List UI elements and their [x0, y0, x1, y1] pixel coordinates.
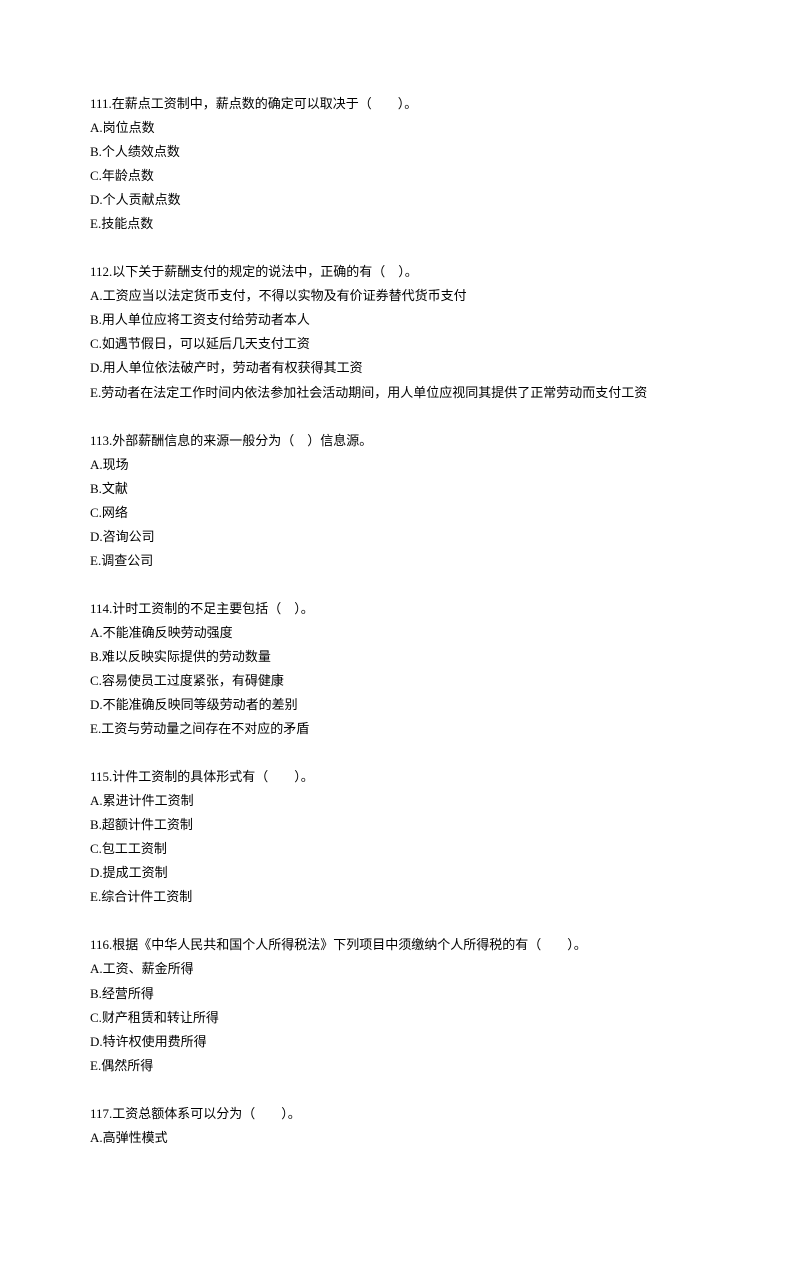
option-b: B.个人绩效点数 [90, 140, 704, 164]
question-115: 115.计件工资制的具体形式有（ ）。 A.累进计件工资制 B.超额计件工资制 … [90, 765, 704, 909]
option-a: A.岗位点数 [90, 116, 704, 140]
option-e: E.技能点数 [90, 212, 704, 236]
option-d: D.不能准确反映同等级劳动者的差别 [90, 693, 704, 717]
question-116: 116.根据《中华人民共和国个人所得税法》下列项目中须缴纳个人所得税的有（ ）。… [90, 933, 704, 1077]
option-d: D.个人贡献点数 [90, 188, 704, 212]
option-e: E.偶然所得 [90, 1054, 704, 1078]
page-content: 111.在薪点工资制中，薪点数的确定可以取决于（ ）。 A.岗位点数 B.个人绩… [0, 0, 794, 1264]
option-d: D.用人单位依法破产时，劳动者有权获得其工资 [90, 356, 704, 380]
option-b: B.难以反映实际提供的劳动数量 [90, 645, 704, 669]
option-c: C.如遇节假日，可以延后几天支付工资 [90, 332, 704, 356]
option-c: C.包工工资制 [90, 837, 704, 861]
option-c: C.网络 [90, 501, 704, 525]
option-c: C.容易使员工过度紧张，有碍健康 [90, 669, 704, 693]
option-d: D.提成工资制 [90, 861, 704, 885]
question-111: 111.在薪点工资制中，薪点数的确定可以取决于（ ）。 A.岗位点数 B.个人绩… [90, 92, 704, 236]
option-a: A.累进计件工资制 [90, 789, 704, 813]
option-a: A.工资应当以法定货币支付，不得以实物及有价证券替代货币支付 [90, 284, 704, 308]
question-stem: 113.外部薪酬信息的来源一般分为（ ）信息源。 [90, 429, 704, 453]
question-stem: 114.计时工资制的不足主要包括（ ）。 [90, 597, 704, 621]
option-a: A.高弹性模式 [90, 1126, 704, 1150]
question-117: 117.工资总额体系可以分为（ ）。 A.高弹性模式 [90, 1102, 704, 1150]
option-a: A.现场 [90, 453, 704, 477]
question-stem: 111.在薪点工资制中，薪点数的确定可以取决于（ ）。 [90, 92, 704, 116]
option-a: A.工资、薪金所得 [90, 957, 704, 981]
question-114: 114.计时工资制的不足主要包括（ ）。 A.不能准确反映劳动强度 B.难以反映… [90, 597, 704, 741]
option-d: D.特许权使用费所得 [90, 1030, 704, 1054]
option-c: C.年龄点数 [90, 164, 704, 188]
option-e: E.调查公司 [90, 549, 704, 573]
question-stem: 112.以下关于薪酬支付的规定的说法中，正确的有（ ）。 [90, 260, 704, 284]
option-c: C.财产租赁和转让所得 [90, 1006, 704, 1030]
question-112: 112.以下关于薪酬支付的规定的说法中，正确的有（ ）。 A.工资应当以法定货币… [90, 260, 704, 404]
question-stem: 116.根据《中华人民共和国个人所得税法》下列项目中须缴纳个人所得税的有（ ）。 [90, 933, 704, 957]
question-stem: 115.计件工资制的具体形式有（ ）。 [90, 765, 704, 789]
question-stem: 117.工资总额体系可以分为（ ）。 [90, 1102, 704, 1126]
question-113: 113.外部薪酬信息的来源一般分为（ ）信息源。 A.现场 B.文献 C.网络 … [90, 429, 704, 573]
option-b: B.用人单位应将工资支付给劳动者本人 [90, 308, 704, 332]
option-b: B.超额计件工资制 [90, 813, 704, 837]
option-b: B.文献 [90, 477, 704, 501]
option-a: A.不能准确反映劳动强度 [90, 621, 704, 645]
option-e: E.劳动者在法定工作时间内依法参加社会活动期间，用人单位应视同其提供了正常劳动而… [90, 381, 704, 405]
option-b: B.经营所得 [90, 982, 704, 1006]
option-d: D.咨询公司 [90, 525, 704, 549]
option-e: E.综合计件工资制 [90, 885, 704, 909]
option-e: E.工资与劳动量之间存在不对应的矛盾 [90, 717, 704, 741]
